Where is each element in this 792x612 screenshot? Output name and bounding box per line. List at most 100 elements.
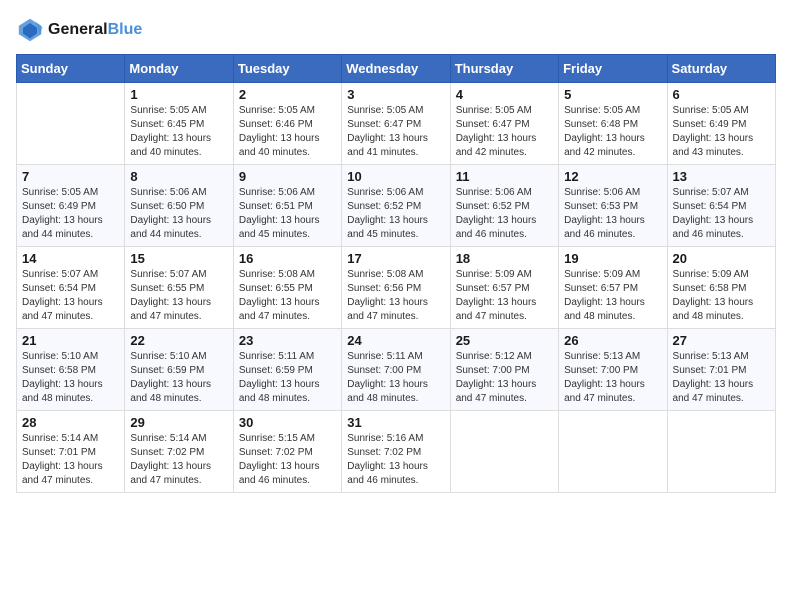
day-number: 31	[347, 415, 444, 430]
calendar-cell: 6 Sunrise: 5:05 AM Sunset: 6:49 PM Daylig…	[667, 83, 775, 165]
cell-content: Sunrise: 5:07 AM Sunset: 6:55 PM Dayligh…	[130, 268, 227, 324]
cell-content: Sunrise: 5:05 AM Sunset: 6:46 PM Dayligh…	[239, 104, 336, 160]
logo-icon	[16, 16, 44, 44]
cell-content: Sunrise: 5:10 AM Sunset: 6:59 PM Dayligh…	[130, 350, 227, 406]
cell-content: Sunrise: 5:05 AM Sunset: 6:47 PM Dayligh…	[456, 104, 553, 160]
day-header-friday: Friday	[559, 55, 667, 83]
cell-content: Sunrise: 5:06 AM Sunset: 6:52 PM Dayligh…	[456, 186, 553, 242]
day-number: 29	[130, 415, 227, 430]
cell-content: Sunrise: 5:05 AM Sunset: 6:49 PM Dayligh…	[673, 104, 770, 160]
calendar-cell	[17, 83, 125, 165]
day-header-wednesday: Wednesday	[342, 55, 450, 83]
cell-content: Sunrise: 5:13 AM Sunset: 7:00 PM Dayligh…	[564, 350, 661, 406]
week-row-1: 7 Sunrise: 5:05 AM Sunset: 6:49 PM Daylig…	[17, 165, 776, 247]
calendar-cell: 24Sunrise: 5:11 AM Sunset: 7:00 PM Dayli…	[342, 329, 450, 411]
header-row: SundayMondayTuesdayWednesdayThursdayFrid…	[17, 55, 776, 83]
day-number: 12	[564, 169, 661, 184]
calendar-cell	[559, 411, 667, 493]
day-number: 18	[456, 251, 553, 266]
day-number: 23	[239, 333, 336, 348]
week-row-3: 21Sunrise: 5:10 AM Sunset: 6:58 PM Dayli…	[17, 329, 776, 411]
calendar-cell: 22 Sunrise: 5:10 AM Sunset: 6:59 PM Dayli…	[125, 329, 233, 411]
day-number: 3	[347, 87, 444, 102]
calendar-cell: 27 Sunrise: 5:13 AM Sunset: 7:01 PM Dayli…	[667, 329, 775, 411]
day-number: 20	[673, 251, 770, 266]
calendar-cell: 12 Sunrise: 5:06 AM Sunset: 6:53 PM Dayli…	[559, 165, 667, 247]
cell-content: Sunrise: 5:05 AM Sunset: 6:49 PM Dayligh…	[22, 186, 119, 242]
calendar-cell: 8Sunrise: 5:06 AM Sunset: 6:50 PM Daylig…	[125, 165, 233, 247]
cell-content: Sunrise: 5:06 AM Sunset: 6:53 PM Dayligh…	[564, 186, 661, 242]
calendar-cell	[450, 411, 558, 493]
day-number: 15	[130, 251, 227, 266]
cell-content: Sunrise: 5:07 AM Sunset: 6:54 PM Dayligh…	[22, 268, 119, 324]
calendar-cell: 2 Sunrise: 5:05 AM Sunset: 6:46 PM Daylig…	[233, 83, 341, 165]
day-number: 10	[347, 169, 444, 184]
day-number: 30	[239, 415, 336, 430]
calendar-cell: 23 Sunrise: 5:11 AM Sunset: 6:59 PM Dayli…	[233, 329, 341, 411]
logo: GeneralBlue	[16, 16, 142, 44]
cell-content: Sunrise: 5:06 AM Sunset: 6:52 PM Dayligh…	[347, 186, 444, 242]
cell-content: Sunrise: 5:16 AM Sunset: 7:02 PM Dayligh…	[347, 432, 444, 488]
cell-content: Sunrise: 5:05 AM Sunset: 6:47 PM Dayligh…	[347, 104, 444, 160]
calendar-cell: 20 Sunrise: 5:09 AM Sunset: 6:58 PM Dayli…	[667, 247, 775, 329]
cell-content: Sunrise: 5:07 AM Sunset: 6:54 PM Dayligh…	[673, 186, 770, 242]
day-number: 16	[239, 251, 336, 266]
calendar-cell: 5 Sunrise: 5:05 AM Sunset: 6:48 PM Daylig…	[559, 83, 667, 165]
calendar-cell: 31 Sunrise: 5:16 AM Sunset: 7:02 PM Dayli…	[342, 411, 450, 493]
week-row-4: 28 Sunrise: 5:14 AM Sunset: 7:01 PM Dayli…	[17, 411, 776, 493]
day-number: 19	[564, 251, 661, 266]
day-number: 6	[673, 87, 770, 102]
day-number: 28	[22, 415, 119, 430]
day-number: 2	[239, 87, 336, 102]
calendar-cell: 19Sunrise: 5:09 AM Sunset: 6:57 PM Dayli…	[559, 247, 667, 329]
header: GeneralBlue	[16, 16, 776, 44]
calendar-cell: 1Sunrise: 5:05 AM Sunset: 6:45 PM Daylig…	[125, 83, 233, 165]
cell-content: Sunrise: 5:08 AM Sunset: 6:55 PM Dayligh…	[239, 268, 336, 324]
calendar: SundayMondayTuesdayWednesdayThursdayFrid…	[16, 54, 776, 493]
cell-content: Sunrise: 5:06 AM Sunset: 6:50 PM Dayligh…	[130, 186, 227, 242]
calendar-cell: 4 Sunrise: 5:05 AM Sunset: 6:47 PM Daylig…	[450, 83, 558, 165]
calendar-body: 1Sunrise: 5:05 AM Sunset: 6:45 PM Daylig…	[17, 83, 776, 493]
logo-text: GeneralBlue	[48, 21, 142, 39]
calendar-cell: 18 Sunrise: 5:09 AM Sunset: 6:57 PM Dayli…	[450, 247, 558, 329]
day-number: 22	[130, 333, 227, 348]
day-number: 27	[673, 333, 770, 348]
calendar-cell: 17Sunrise: 5:08 AM Sunset: 6:56 PM Dayli…	[342, 247, 450, 329]
calendar-cell: 9 Sunrise: 5:06 AM Sunset: 6:51 PM Daylig…	[233, 165, 341, 247]
calendar-cell: 13Sunrise: 5:07 AM Sunset: 6:54 PM Dayli…	[667, 165, 775, 247]
cell-content: Sunrise: 5:09 AM Sunset: 6:58 PM Dayligh…	[673, 268, 770, 324]
day-number: 9	[239, 169, 336, 184]
calendar-cell: 26 Sunrise: 5:13 AM Sunset: 7:00 PM Dayli…	[559, 329, 667, 411]
cell-content: Sunrise: 5:09 AM Sunset: 6:57 PM Dayligh…	[456, 268, 553, 324]
day-number: 11	[456, 169, 553, 184]
day-number: 4	[456, 87, 553, 102]
day-header-tuesday: Tuesday	[233, 55, 341, 83]
cell-content: Sunrise: 5:11 AM Sunset: 7:00 PM Dayligh…	[347, 350, 444, 406]
calendar-cell: 3 Sunrise: 5:05 AM Sunset: 6:47 PM Daylig…	[342, 83, 450, 165]
day-number: 21	[22, 333, 119, 348]
cell-content: Sunrise: 5:06 AM Sunset: 6:51 PM Dayligh…	[239, 186, 336, 242]
day-number: 5	[564, 87, 661, 102]
day-number: 14	[22, 251, 119, 266]
day-number: 26	[564, 333, 661, 348]
calendar-cell: 30 Sunrise: 5:15 AM Sunset: 7:02 PM Dayli…	[233, 411, 341, 493]
cell-content: Sunrise: 5:14 AM Sunset: 7:01 PM Dayligh…	[22, 432, 119, 488]
cell-content: Sunrise: 5:14 AM Sunset: 7:02 PM Dayligh…	[130, 432, 227, 488]
calendar-cell: 29 Sunrise: 5:14 AM Sunset: 7:02 PM Dayli…	[125, 411, 233, 493]
calendar-cell: 15 Sunrise: 5:07 AM Sunset: 6:55 PM Dayli…	[125, 247, 233, 329]
cell-content: Sunrise: 5:05 AM Sunset: 6:48 PM Dayligh…	[564, 104, 661, 160]
week-row-2: 14 Sunrise: 5:07 AM Sunset: 6:54 PM Dayli…	[17, 247, 776, 329]
day-header-thursday: Thursday	[450, 55, 558, 83]
cell-content: Sunrise: 5:05 AM Sunset: 6:45 PM Dayligh…	[130, 104, 227, 160]
calendar-cell: 10 Sunrise: 5:06 AM Sunset: 6:52 PM Dayli…	[342, 165, 450, 247]
calendar-cell: 16 Sunrise: 5:08 AM Sunset: 6:55 PM Dayli…	[233, 247, 341, 329]
day-number: 7	[22, 169, 119, 184]
calendar-cell: 28 Sunrise: 5:14 AM Sunset: 7:01 PM Dayli…	[17, 411, 125, 493]
calendar-cell: 25Sunrise: 5:12 AM Sunset: 7:00 PM Dayli…	[450, 329, 558, 411]
cell-content: Sunrise: 5:13 AM Sunset: 7:01 PM Dayligh…	[673, 350, 770, 406]
cell-content: Sunrise: 5:11 AM Sunset: 6:59 PM Dayligh…	[239, 350, 336, 406]
cell-content: Sunrise: 5:15 AM Sunset: 7:02 PM Dayligh…	[239, 432, 336, 488]
calendar-cell: 21Sunrise: 5:10 AM Sunset: 6:58 PM Dayli…	[17, 329, 125, 411]
cell-content: Sunrise: 5:08 AM Sunset: 6:56 PM Dayligh…	[347, 268, 444, 324]
calendar-cell	[667, 411, 775, 493]
